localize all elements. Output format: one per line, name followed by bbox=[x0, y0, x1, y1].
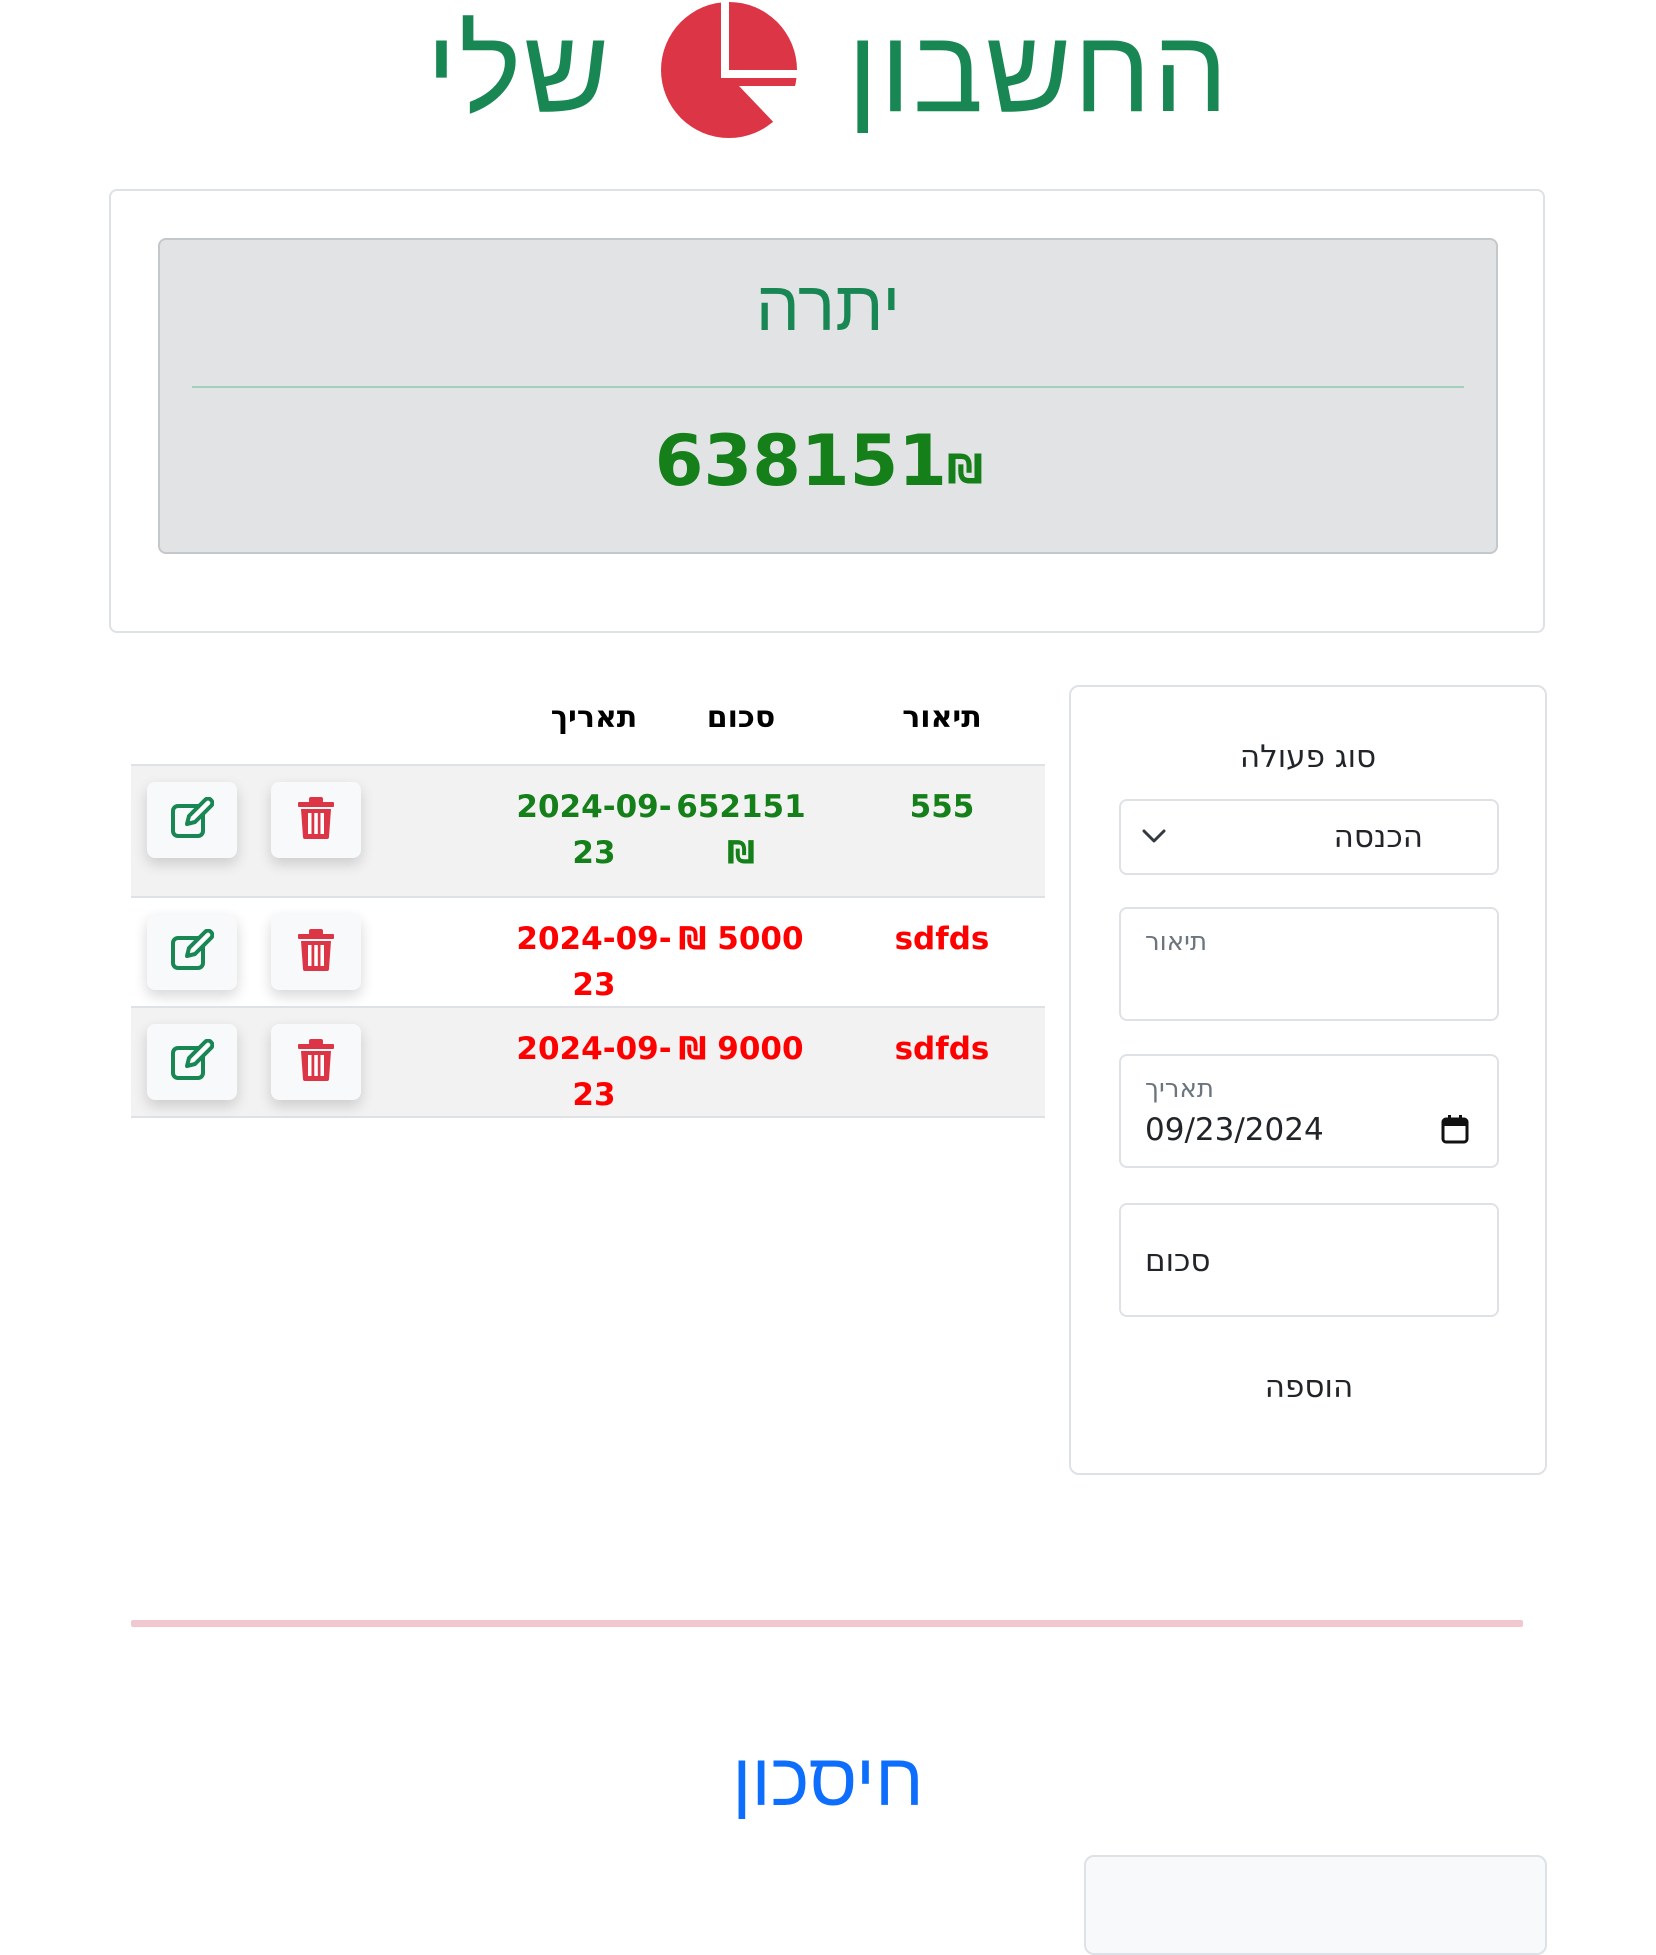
row-description: sdfds bbox=[894, 921, 990, 957]
edit-button[interactable] bbox=[147, 1024, 237, 1100]
add-transaction-form: סוג פעולה הכנסה תיאור תאריך 09/23/2024 ס… bbox=[1069, 685, 1547, 1475]
edit-button[interactable] bbox=[147, 782, 237, 858]
description-field-label: תיאור bbox=[1145, 927, 1208, 957]
edit-button[interactable] bbox=[147, 914, 237, 990]
app-title: החשבון שלי bbox=[0, 0, 1656, 150]
table-row: sdfds 9000 ₪ 2024-09-23 bbox=[131, 1006, 1045, 1118]
type-select[interactable]: הכנסה bbox=[1119, 799, 1499, 875]
amount-field-placeholder: סכום bbox=[1145, 1243, 1211, 1279]
currency-symbol: ₪ bbox=[726, 835, 756, 871]
balance-amount-value: 638151 bbox=[654, 420, 948, 502]
table-row: sdfds 5000 ₪ 2024-09-23 bbox=[131, 896, 1045, 1006]
date-field-value: 09/23/2024 bbox=[1145, 1112, 1324, 1148]
pie-chart-icon bbox=[659, 0, 800, 140]
row-date: 2024-09-23 bbox=[516, 921, 672, 1003]
column-header-date: תאריך bbox=[550, 700, 638, 735]
row-amount: 652151 ₪ bbox=[661, 784, 821, 876]
calendar-icon[interactable] bbox=[1441, 1114, 1469, 1148]
edit-icon bbox=[170, 928, 215, 975]
table-row: 555 652151 ₪ 2024-09-23 bbox=[131, 764, 1045, 896]
edit-icon bbox=[170, 796, 215, 843]
trash-icon bbox=[298, 1039, 334, 1085]
balance-amount: 638151₪ bbox=[160, 426, 1496, 496]
balance-title: יתרה bbox=[755, 265, 901, 347]
row-date: 2024-09-23 bbox=[516, 789, 672, 871]
trash-icon bbox=[298, 797, 334, 843]
section-divider bbox=[131, 1620, 1523, 1627]
balance-divider bbox=[192, 386, 1464, 388]
edit-icon bbox=[170, 1038, 215, 1085]
balance-panel: יתרה 638151₪ bbox=[158, 238, 1498, 554]
date-field-label: תאריך bbox=[1145, 1074, 1214, 1104]
row-description: 555 bbox=[909, 789, 975, 825]
currency-symbol: ₪ bbox=[947, 447, 984, 493]
row-amount: 9000 ₪ bbox=[661, 1026, 821, 1072]
trash-icon bbox=[298, 929, 334, 975]
title-part-2: שלי bbox=[426, 1, 612, 139]
delete-button[interactable] bbox=[271, 914, 361, 990]
chevron-down-icon bbox=[1141, 827, 1167, 849]
row-date: 2024-09-23 bbox=[516, 1031, 672, 1113]
title-part-1: החשבון bbox=[847, 1, 1230, 139]
type-select-value: הכנסה bbox=[1333, 819, 1423, 855]
delete-button[interactable] bbox=[271, 782, 361, 858]
currency-symbol: ₪ bbox=[678, 1031, 707, 1067]
row-amount: 5000 ₪ bbox=[661, 916, 821, 962]
type-label: סוג פעולה bbox=[1239, 739, 1377, 775]
amount-field[interactable]: סכום bbox=[1119, 1203, 1499, 1317]
delete-button[interactable] bbox=[271, 1024, 361, 1100]
row-description: sdfds bbox=[894, 1031, 990, 1067]
column-header-description: תיאור bbox=[902, 700, 982, 735]
date-field[interactable]: תאריך 09/23/2024 bbox=[1119, 1054, 1499, 1168]
add-button[interactable]: הוספה bbox=[1119, 1352, 1499, 1422]
row-amount-value: 652151 bbox=[676, 789, 806, 825]
transactions-table: תיאור סכום תאריך 555 652151 ₪ 2024-09-23… bbox=[131, 680, 1045, 1120]
row-amount-value: 5000 bbox=[717, 921, 804, 957]
row-amount-value: 9000 bbox=[717, 1031, 804, 1067]
savings-title: חיסכון bbox=[732, 1737, 924, 1823]
description-field[interactable]: תיאור bbox=[1119, 907, 1499, 1021]
savings-card bbox=[1084, 1855, 1547, 1955]
currency-symbol: ₪ bbox=[678, 921, 707, 957]
column-header-amount: סכום bbox=[706, 700, 776, 735]
